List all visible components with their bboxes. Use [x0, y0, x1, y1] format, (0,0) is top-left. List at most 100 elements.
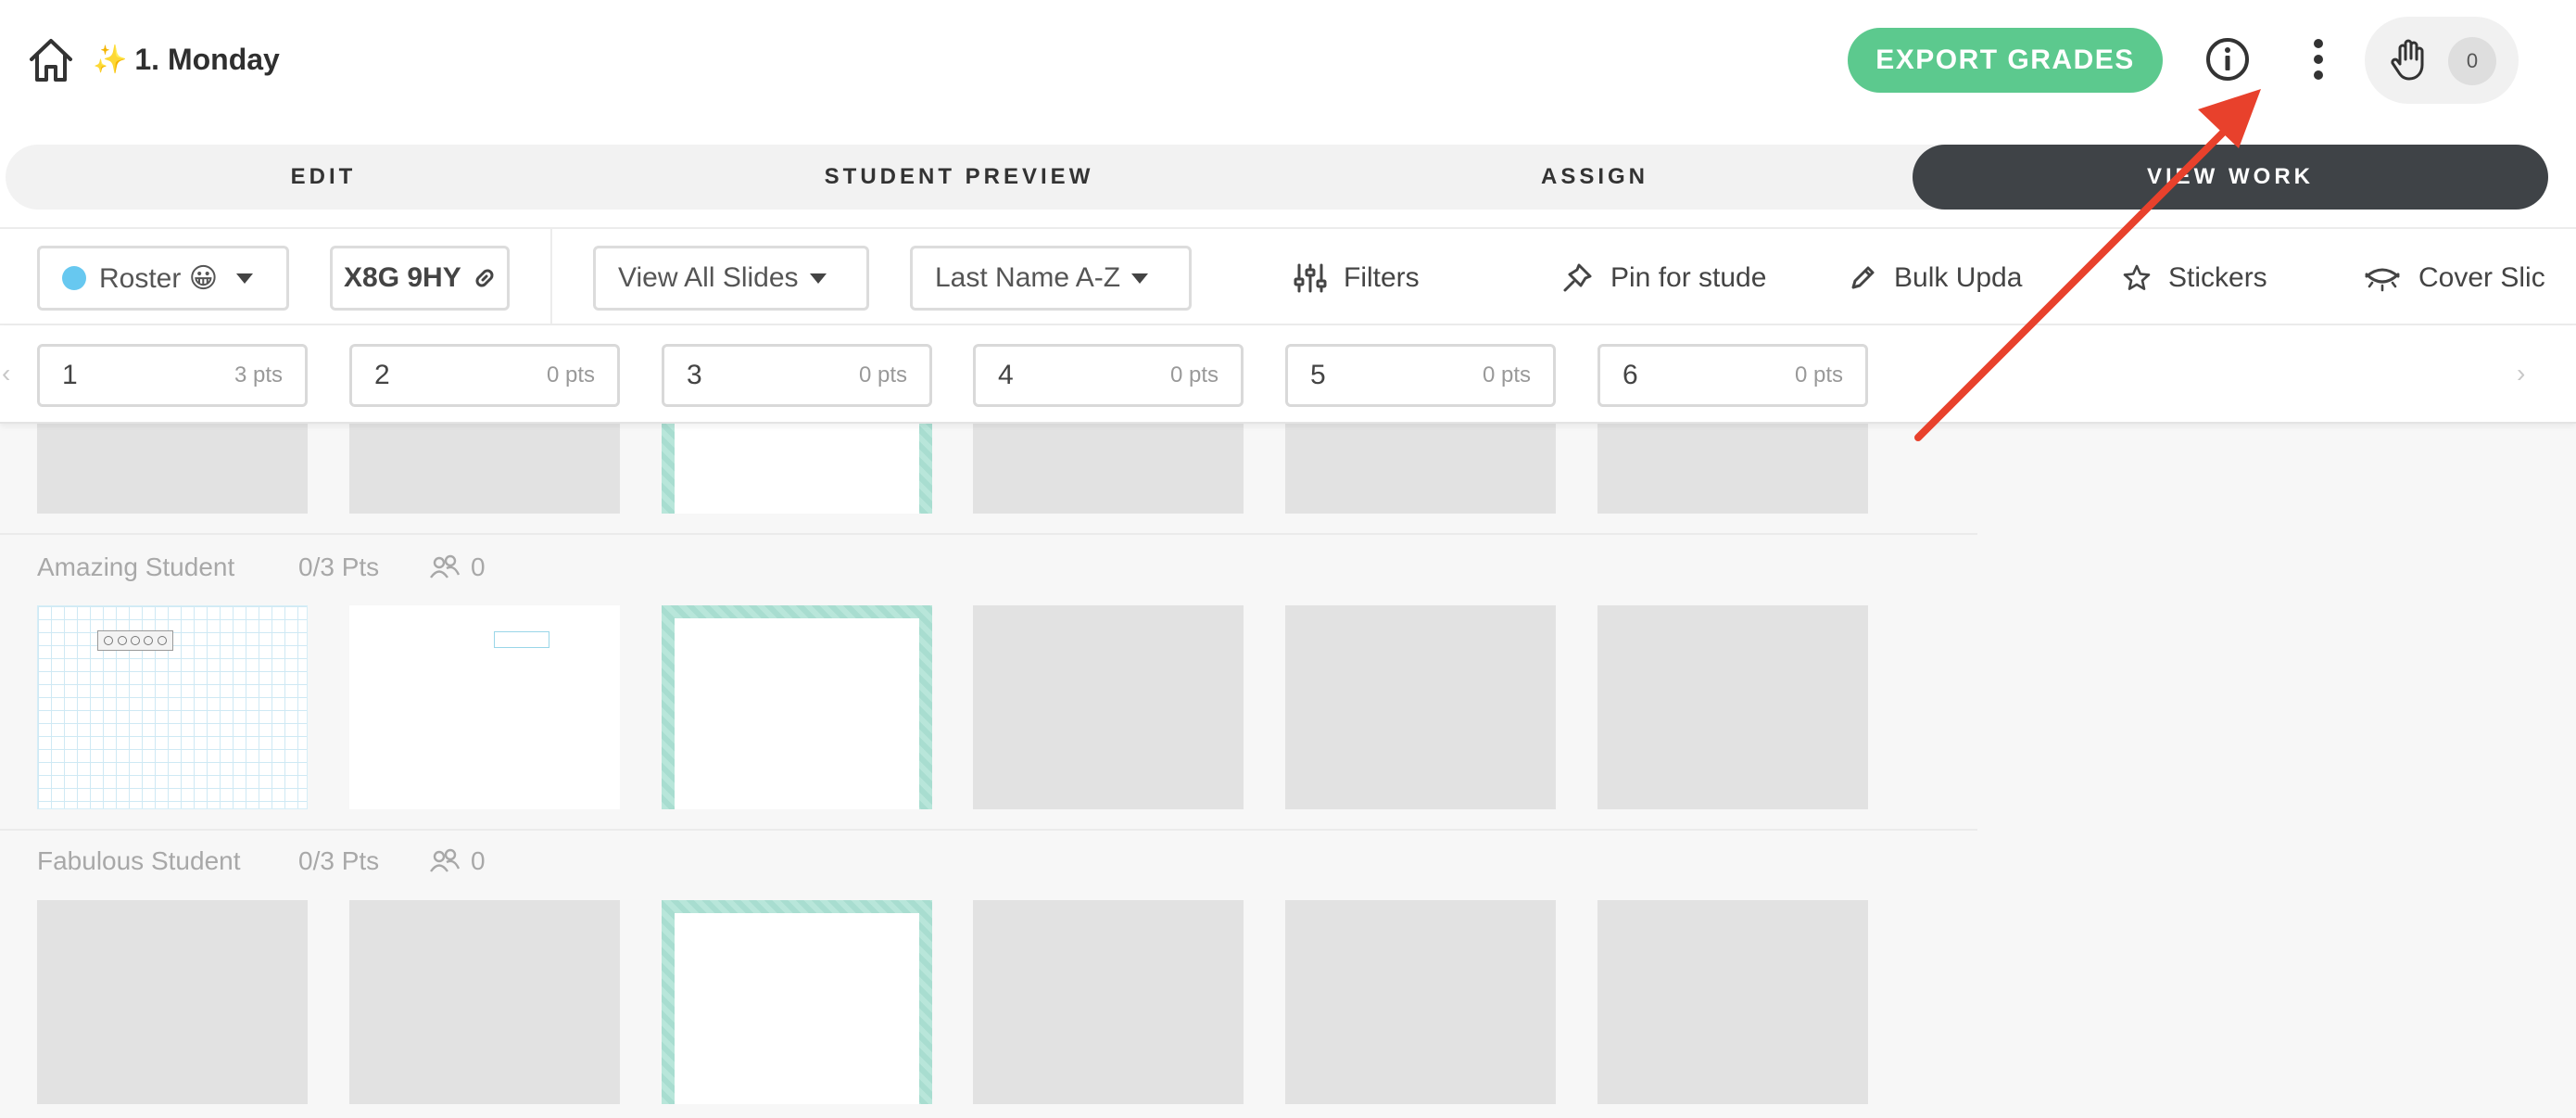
work-thumbnail[interactable]: [973, 900, 1244, 1104]
raised-hands-button[interactable]: 0: [2365, 17, 2519, 104]
work-thumbnail[interactable]: [1597, 424, 1868, 514]
more-dot: [2314, 55, 2323, 64]
stickers-button[interactable]: Stickers: [2122, 246, 2267, 311]
slide-canvas: [675, 618, 919, 809]
top-header: ✨ 1. Monday EXPORT GRADES 0: [0, 0, 2576, 130]
slide-points: 0 pts: [1169, 362, 1219, 387]
row-divider: [0, 533, 1977, 535]
work-thumbnail[interactable]: [662, 424, 932, 514]
slide-number: 5: [1310, 360, 1326, 390]
bulk-update-button[interactable]: Bulk Upda: [1848, 246, 2035, 311]
group-count: 0: [471, 846, 486, 875]
filters-label: Filters: [1344, 262, 1420, 293]
work-thumbnail[interactable]: [37, 900, 308, 1104]
cover-slides-label: Cover Slic: [2418, 262, 2545, 293]
slide-points: 0 pts: [546, 362, 595, 387]
group-icon: [430, 554, 461, 578]
slide-number: 2: [374, 360, 390, 390]
student-row-header: Fabulous Student 0/3 Pts 0: [37, 846, 486, 876]
slides-filter-dropdown[interactable]: View All Slides: [593, 246, 869, 311]
class-code: X8G 9HY: [344, 262, 461, 293]
work-thumbnail[interactable]: [973, 605, 1244, 809]
slide-selector-row: ‹ 1 3 pts 2 0 pts 3 0 pts 4 0 pts 5 0 pt…: [0, 325, 2576, 424]
slide-canvas: [675, 913, 919, 1104]
work-thumbnail[interactable]: [349, 424, 620, 514]
pin-for-students-button[interactable]: Pin for stude: [1560, 246, 1787, 311]
bulk-update-label: Bulk Upda: [1894, 262, 2023, 293]
student-points: 0/3 Pts: [298, 846, 380, 875]
export-grades-button[interactable]: EXPORT GRADES: [1848, 28, 2163, 93]
student-name[interactable]: Amazing Student: [37, 553, 298, 582]
caret-down-icon: [235, 273, 253, 284]
roster-dropdown[interactable]: Roster 😀: [37, 246, 289, 311]
pin-icon: [1563, 263, 1592, 292]
slide-chip[interactable]: 6 0 pts: [1597, 344, 1868, 407]
work-thumbnail[interactable]: [1285, 424, 1556, 514]
circle-dot: [130, 636, 140, 645]
sparkles-icon: ✨: [93, 44, 128, 75]
roster-color-dot: [62, 266, 86, 290]
circle-dot: [157, 636, 167, 645]
info-icon[interactable]: [2203, 35, 2252, 83]
student-rows: Amazing Student 0/3 Pts 0 Fabulous Stude…: [0, 424, 1977, 1118]
lesson-title[interactable]: ✨ 1. Monday: [93, 43, 280, 77]
star-icon: [2123, 264, 2151, 290]
caret-down-icon: [809, 273, 827, 284]
work-thumbnail[interactable]: [1597, 605, 1868, 809]
work-thumbnail[interactable]: [37, 605, 308, 809]
slide-points: 3 pts: [234, 362, 283, 387]
tab-assign[interactable]: ASSIGN: [1277, 145, 1913, 210]
closed-eye-icon: [2365, 268, 2400, 292]
raised-hand-icon: [2391, 39, 2424, 81]
tab-student-preview[interactable]: STUDENT PREVIEW: [641, 145, 1277, 210]
work-thumbnail[interactable]: [662, 900, 932, 1104]
row-divider: [0, 829, 1977, 831]
slide-points: 0 pts: [858, 362, 907, 387]
group-info: 0: [428, 846, 486, 876]
stickers-label: Stickers: [2168, 262, 2267, 293]
home-icon[interactable]: [26, 35, 76, 85]
more-options-button[interactable]: [2302, 33, 2335, 85]
pin-label: Pin for stude: [1610, 262, 1767, 293]
slide-chip[interactable]: 5 0 pts: [1285, 344, 1556, 407]
slide-chip[interactable]: 3 0 pts: [662, 344, 932, 407]
cover-slides-button[interactable]: Cover Slic: [2363, 246, 2576, 311]
slide-textbox: [494, 631, 549, 648]
slide-canvas: [675, 424, 919, 514]
tab-view-work[interactable]: VIEW WORK: [1913, 145, 2548, 210]
circle-dot: [117, 636, 127, 645]
slides-filter-label: View All Slides: [618, 262, 799, 293]
work-thumbnail[interactable]: [662, 605, 932, 809]
student-work-area: Amazing Student 0/3 Pts 0 Fabulous Stude…: [0, 424, 2576, 1118]
work-thumbnail[interactable]: [973, 424, 1244, 514]
slide-points: 0 pts: [1794, 362, 1843, 387]
slide-number: 3: [687, 360, 702, 390]
work-thumbnail[interactable]: [349, 900, 620, 1104]
student-row-header: Amazing Student 0/3 Pts 0: [37, 553, 486, 582]
class-code-link[interactable]: X8G 9HY: [330, 246, 510, 311]
slide-number: 4: [998, 360, 1014, 390]
work-thumbnail[interactable]: [1285, 605, 1556, 809]
view-work-toolbar: Roster 😀 X8G 9HY View All Slides Last Na…: [0, 227, 2576, 325]
circle-dot: [144, 636, 154, 645]
filters-button[interactable]: Filters: [1294, 246, 1420, 311]
slide-chip[interactable]: 1 3 pts: [37, 344, 308, 407]
work-thumbnail[interactable]: [349, 605, 620, 809]
slide-chip[interactable]: 2 0 pts: [349, 344, 620, 407]
caret-down-icon: [1131, 273, 1149, 284]
sort-dropdown[interactable]: Last Name A-Z: [910, 246, 1192, 311]
more-dot: [2314, 39, 2323, 48]
more-dot: [2314, 70, 2323, 80]
work-thumbnail[interactable]: [1597, 900, 1868, 1104]
student-name[interactable]: Fabulous Student: [37, 846, 298, 876]
raised-hands-count: 0: [2448, 37, 2496, 85]
work-thumbnail[interactable]: [1285, 900, 1556, 1104]
chevron-left-icon[interactable]: ‹: [2, 359, 10, 388]
slide-points: 0 pts: [1482, 362, 1531, 387]
slide-chip[interactable]: 4 0 pts: [973, 344, 1244, 407]
sort-label: Last Name A-Z: [935, 262, 1121, 293]
chevron-right-icon[interactable]: ›: [2517, 359, 2525, 388]
work-thumbnail[interactable]: [37, 424, 308, 514]
tab-edit[interactable]: EDIT: [6, 145, 641, 210]
toolbar-divider: [550, 229, 552, 324]
